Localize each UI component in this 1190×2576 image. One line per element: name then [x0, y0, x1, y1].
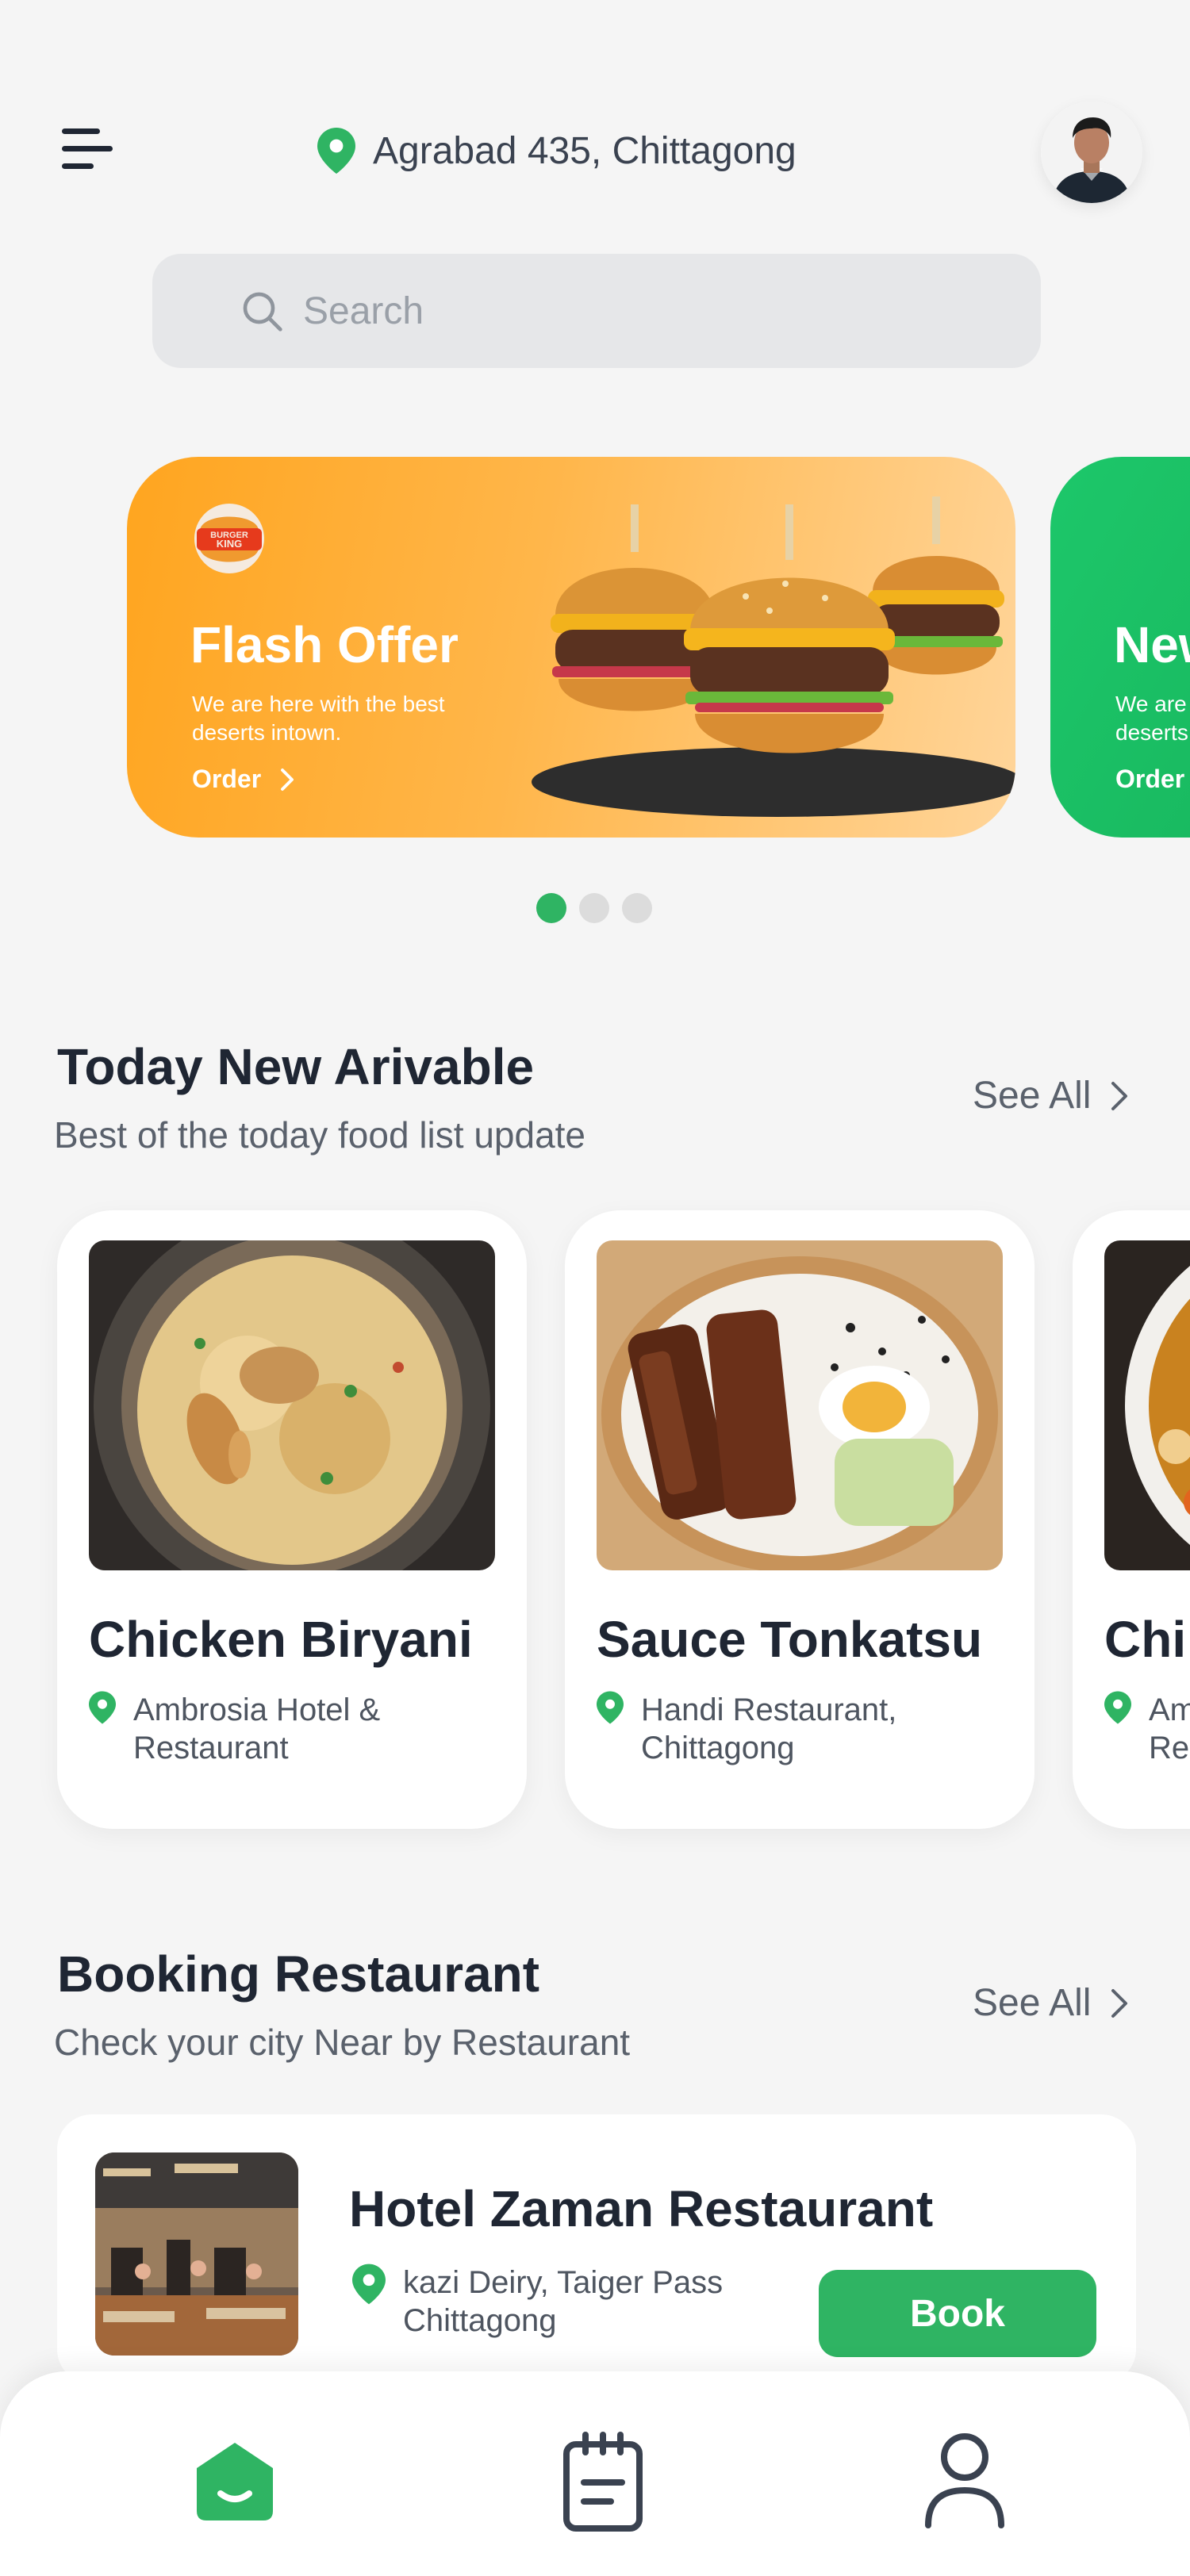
search-icon — [243, 292, 282, 332]
restaurant-name: Hotel Zaman Restaurant — [349, 2180, 934, 2237]
carousel-dot[interactable] — [622, 893, 652, 923]
location-pin-icon — [597, 1691, 624, 1724]
food-card[interactable]: Sauce Tonkatsu Handi Restaurant, Chittag… — [565, 1210, 1035, 1829]
flash-offer-banner[interactable]: BURGER KING Flash Offer We are here with… — [127, 457, 1015, 838]
home-icon — [197, 2443, 273, 2520]
order-link[interactable]: Order — [1115, 765, 1184, 794]
food-location: Am Re — [1104, 1691, 1190, 1767]
food-name: Chi — [1104, 1611, 1187, 1668]
orders-icon — [563, 2432, 643, 2532]
chevron-right-icon — [1111, 1988, 1128, 2018]
see-all-label: See All — [973, 1075, 1092, 1117]
food-image — [597, 1240, 1003, 1570]
today-section-title: Today New Arivable — [57, 1038, 535, 1095]
restaurant-card[interactable]: Hotel Zaman Restaurant kazi Deiry, Taige… — [57, 2114, 1136, 2384]
location-pin-icon — [317, 128, 355, 174]
profile-icon — [925, 2433, 1004, 2528]
search-bar[interactable] — [152, 254, 1041, 368]
booking-section-title: Booking Restaurant — [57, 1945, 540, 2003]
location-pin-icon — [1104, 1691, 1131, 1724]
food-location-text: Handi Restaurant, Chittagong — [641, 1692, 897, 1765]
restaurant-image — [95, 2152, 298, 2356]
location-text: Agrabad 435, Chittagong — [373, 129, 797, 172]
menu-icon[interactable] — [62, 125, 116, 173]
restaurant-address: kazi Deiry, Taiger Pass Chittagong — [403, 2265, 724, 2338]
today-see-all-link[interactable]: See All — [973, 1074, 1129, 1117]
banner-title: Flash Offer — [190, 616, 459, 673]
food-location: Handi Restaurant, Chittagong — [597, 1691, 974, 1767]
order-link[interactable]: Order — [192, 765, 294, 794]
food-name: Sauce Tonkatsu — [597, 1611, 983, 1668]
nav-profile[interactable] — [917, 2428, 1012, 2532]
location-pin-icon — [352, 2264, 386, 2305]
banner-subtitle: We are here with the best deserts intown… — [192, 692, 445, 745]
food-location-text: Am Re — [1149, 1692, 1190, 1765]
location-selector[interactable]: Agrabad 435, Chittagong — [317, 127, 797, 174]
today-section-subtitle: Best of the today food list update — [54, 1114, 586, 1156]
food-location: Ambrosia Hotel & Restaurant — [89, 1691, 466, 1767]
food-image — [1104, 1240, 1190, 1570]
location-pin-icon — [89, 1691, 116, 1724]
book-button[interactable]: Book — [819, 2270, 1096, 2357]
banner-title: New — [1114, 616, 1190, 673]
bottom-nav — [0, 2371, 1190, 2576]
nav-home[interactable] — [187, 2428, 282, 2532]
nav-orders[interactable] — [555, 2428, 651, 2532]
carousel-dots — [536, 893, 652, 923]
burgers-image — [532, 496, 1015, 817]
carousel-dot[interactable] — [536, 893, 566, 923]
food-location-text: Ambrosia Hotel & Restaurant — [133, 1692, 381, 1765]
burger-king-logo: BURGER KING — [194, 504, 264, 573]
chevron-right-icon — [1111, 1081, 1128, 1110]
see-all-label: See All — [973, 1982, 1092, 2024]
order-label: Order — [192, 765, 262, 793]
restaurant-location: kazi Deiry, Taiger Pass Chittagong — [352, 2264, 816, 2340]
banner-subtitle: We are here with the best deserts intown… — [1115, 692, 1190, 745]
app-root: Agrabad 435, Chittagong BURGER KING Flas… — [0, 0, 1190, 2576]
avatar-image — [1041, 102, 1142, 203]
chevron-right-icon — [281, 768, 294, 791]
food-card[interactable]: Chicken Biryani Ambrosia Hotel & Restaur… — [57, 1210, 527, 1829]
food-card[interactable]: Chi Am Re — [1073, 1210, 1190, 1829]
search-input[interactable] — [303, 289, 938, 333]
avatar[interactable] — [1041, 102, 1142, 203]
booking-section-subtitle: Check your city Near by Restaurant — [54, 2022, 631, 2063]
svg-text:KING: KING — [217, 538, 243, 550]
food-image — [89, 1240, 495, 1570]
carousel-dot[interactable] — [579, 893, 609, 923]
booking-see-all-link[interactable]: See All — [973, 1981, 1129, 2025]
new-offer-banner[interactable]: New We are here with the best deserts in… — [1050, 457, 1190, 838]
food-name: Chicken Biryani — [89, 1611, 473, 1668]
